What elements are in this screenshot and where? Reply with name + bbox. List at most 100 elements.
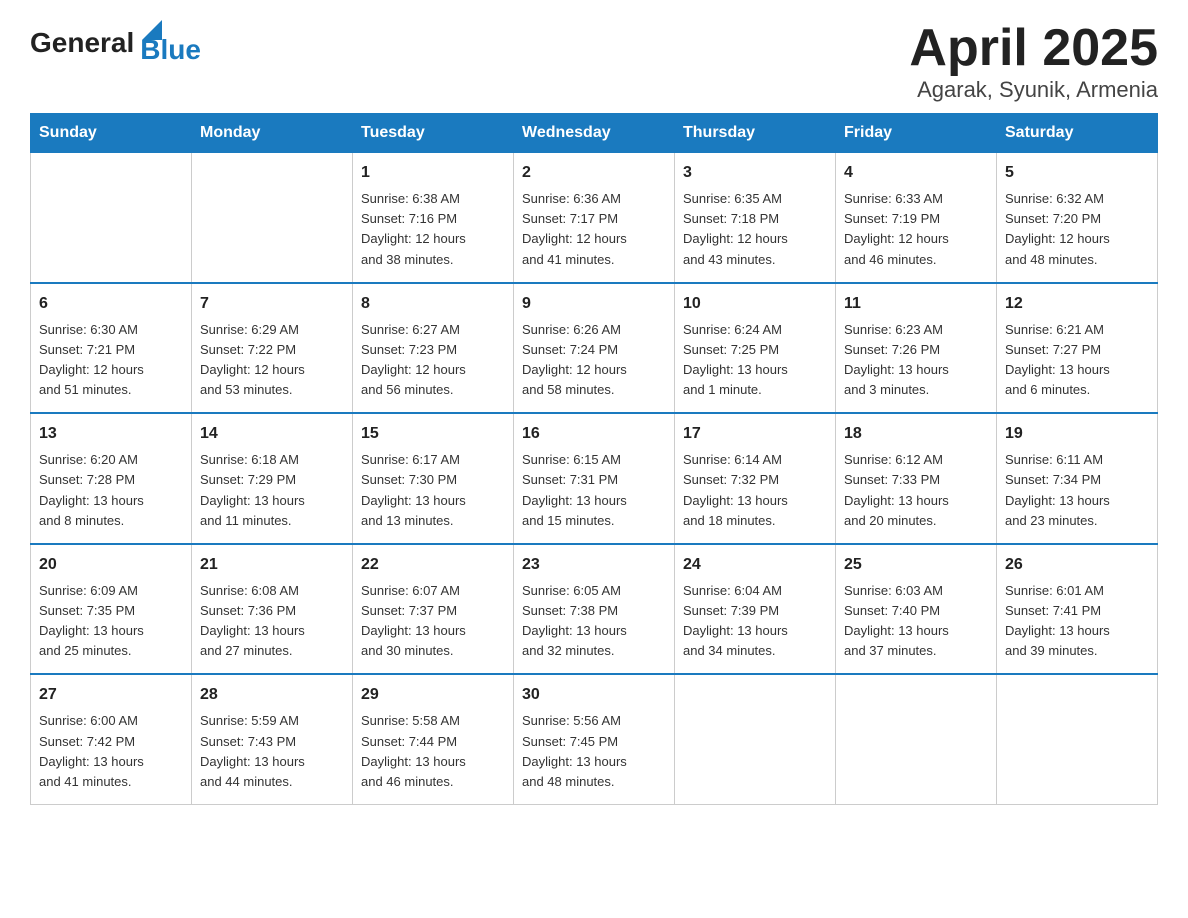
logo: General Blue — [30, 20, 201, 66]
calendar-day-cell: 12Sunrise: 6:21 AMSunset: 7:27 PMDayligh… — [997, 283, 1158, 414]
day-number: 17 — [683, 422, 827, 446]
day-number: 16 — [522, 422, 666, 446]
calendar-day-header: Thursday — [675, 114, 836, 153]
calendar-week-row: 27 Sunrise: 6:00 AMSunset: 7:42 PMDayligh… — [31, 674, 1158, 804]
calendar-header-row: SundayMondayTuesdayWednesdayThursdayFrid… — [31, 114, 1158, 153]
day-info: Sunrise: 6:07 AMSunset: 7:37 PMDaylight:… — [361, 581, 505, 662]
day-number: 24 — [683, 553, 827, 577]
logo-blue-text: Blue — [140, 34, 201, 66]
day-info: Sunrise: 5:58 AMSunset: 7:44 PMDaylight:… — [361, 711, 505, 792]
calendar-day-cell — [192, 153, 353, 283]
calendar-day-cell: 7 Sunrise: 6:29 AMSunset: 7:22 PMDaylight… — [192, 283, 353, 414]
calendar-week-row: 1 Sunrise: 6:38 AMSunset: 7:16 PMDaylight… — [31, 153, 1158, 283]
calendar-day-cell: 25 Sunrise: 6:03 AMSunset: 7:40 PMDayligh… — [836, 544, 997, 675]
page-title: April 2025 — [909, 20, 1158, 77]
calendar-day-cell: 2 Sunrise: 6:36 AMSunset: 7:17 PMDaylight… — [514, 153, 675, 283]
day-info: Sunrise: 6:00 AMSunset: 7:42 PMDaylight:… — [39, 711, 183, 792]
day-number: 6 — [39, 292, 183, 316]
calendar-day-cell: 24 Sunrise: 6:04 AMSunset: 7:39 PMDayligh… — [675, 544, 836, 675]
calendar-table: SundayMondayTuesdayWednesdayThursdayFrid… — [30, 113, 1158, 805]
calendar-day-cell: 11 Sunrise: 6:23 AMSunset: 7:26 PMDayligh… — [836, 283, 997, 414]
calendar-day-cell: 19 Sunrise: 6:11 AMSunset: 7:34 PMDayligh… — [997, 413, 1158, 544]
calendar-day-cell: 22Sunrise: 6:07 AMSunset: 7:37 PMDayligh… — [353, 544, 514, 675]
calendar-day-cell: 26Sunrise: 6:01 AMSunset: 7:41 PMDayligh… — [997, 544, 1158, 675]
day-number: 7 — [200, 292, 344, 316]
day-info: Sunrise: 6:17 AMSunset: 7:30 PMDaylight:… — [361, 450, 505, 531]
calendar-day-cell: 21 Sunrise: 6:08 AMSunset: 7:36 PMDayligh… — [192, 544, 353, 675]
calendar-day-cell: 23 Sunrise: 6:05 AMSunset: 7:38 PMDayligh… — [514, 544, 675, 675]
day-number: 9 — [522, 292, 666, 316]
calendar-week-row: 13 Sunrise: 6:20 AMSunset: 7:28 PMDayligh… — [31, 413, 1158, 544]
day-number: 18 — [844, 422, 988, 446]
day-info: Sunrise: 6:26 AMSunset: 7:24 PMDaylight:… — [522, 320, 666, 401]
day-info: Sunrise: 6:27 AMSunset: 7:23 PMDaylight:… — [361, 320, 505, 401]
calendar-day-cell: 5 Sunrise: 6:32 AMSunset: 7:20 PMDaylight… — [997, 153, 1158, 283]
day-info: Sunrise: 6:24 AMSunset: 7:25 PMDaylight:… — [683, 320, 827, 401]
day-number: 3 — [683, 161, 827, 185]
day-info: Sunrise: 6:08 AMSunset: 7:36 PMDaylight:… — [200, 581, 344, 662]
day-number: 2 — [522, 161, 666, 185]
calendar-day-cell: 6 Sunrise: 6:30 AMSunset: 7:21 PMDaylight… — [31, 283, 192, 414]
day-info: Sunrise: 6:14 AMSunset: 7:32 PMDaylight:… — [683, 450, 827, 531]
day-info: Sunrise: 6:03 AMSunset: 7:40 PMDaylight:… — [844, 581, 988, 662]
day-number: 28 — [200, 683, 344, 707]
day-info: Sunrise: 6:36 AMSunset: 7:17 PMDaylight:… — [522, 189, 666, 270]
day-info: Sunrise: 6:30 AMSunset: 7:21 PMDaylight:… — [39, 320, 183, 401]
day-number: 30 — [522, 683, 666, 707]
day-info: Sunrise: 6:35 AMSunset: 7:18 PMDaylight:… — [683, 189, 827, 270]
calendar-day-cell: 18 Sunrise: 6:12 AMSunset: 7:33 PMDayligh… — [836, 413, 997, 544]
calendar-day-cell: 4Sunrise: 6:33 AMSunset: 7:19 PMDaylight… — [836, 153, 997, 283]
calendar-day-header: Sunday — [31, 114, 192, 153]
day-number: 20 — [39, 553, 183, 577]
calendar-day-cell: 29 Sunrise: 5:58 AMSunset: 7:44 PMDayligh… — [353, 674, 514, 804]
day-info: Sunrise: 6:21 AMSunset: 7:27 PMDaylight:… — [1005, 320, 1149, 401]
day-info: Sunrise: 6:09 AMSunset: 7:35 PMDaylight:… — [39, 581, 183, 662]
calendar-day-cell — [836, 674, 997, 804]
day-info: Sunrise: 6:18 AMSunset: 7:29 PMDaylight:… — [200, 450, 344, 531]
day-info: Sunrise: 6:05 AMSunset: 7:38 PMDaylight:… — [522, 581, 666, 662]
day-number: 19 — [1005, 422, 1149, 446]
calendar-day-cell: 20 Sunrise: 6:09 AMSunset: 7:35 PMDayligh… — [31, 544, 192, 675]
calendar-day-cell: 14Sunrise: 6:18 AMSunset: 7:29 PMDayligh… — [192, 413, 353, 544]
calendar-day-cell: 13 Sunrise: 6:20 AMSunset: 7:28 PMDayligh… — [31, 413, 192, 544]
day-number: 29 — [361, 683, 505, 707]
day-info: Sunrise: 6:38 AMSunset: 7:16 PMDaylight:… — [361, 189, 505, 270]
calendar-day-cell: 27 Sunrise: 6:00 AMSunset: 7:42 PMDayligh… — [31, 674, 192, 804]
day-info: Sunrise: 6:29 AMSunset: 7:22 PMDaylight:… — [200, 320, 344, 401]
calendar-day-cell: 17 Sunrise: 6:14 AMSunset: 7:32 PMDayligh… — [675, 413, 836, 544]
page-header: General Blue April 2025 Agarak, Syunik, … — [30, 20, 1158, 103]
calendar-day-cell: 1 Sunrise: 6:38 AMSunset: 7:16 PMDaylight… — [353, 153, 514, 283]
calendar-day-header: Tuesday — [353, 114, 514, 153]
calendar-week-row: 20 Sunrise: 6:09 AMSunset: 7:35 PMDayligh… — [31, 544, 1158, 675]
day-info: Sunrise: 6:04 AMSunset: 7:39 PMDaylight:… — [683, 581, 827, 662]
day-number: 5 — [1005, 161, 1149, 185]
day-number: 25 — [844, 553, 988, 577]
day-number: 23 — [522, 553, 666, 577]
calendar-day-cell: 16 Sunrise: 6:15 AMSunset: 7:31 PMDayligh… — [514, 413, 675, 544]
day-number: 15 — [361, 422, 505, 446]
day-info: Sunrise: 5:59 AMSunset: 7:43 PMDaylight:… — [200, 711, 344, 792]
calendar-day-cell: 30Sunrise: 5:56 AMSunset: 7:45 PMDayligh… — [514, 674, 675, 804]
calendar-day-cell: 28 Sunrise: 5:59 AMSunset: 7:43 PMDayligh… — [192, 674, 353, 804]
day-number: 21 — [200, 553, 344, 577]
day-number: 11 — [844, 292, 988, 316]
day-info: Sunrise: 6:32 AMSunset: 7:20 PMDaylight:… — [1005, 189, 1149, 270]
day-info: Sunrise: 6:12 AMSunset: 7:33 PMDaylight:… — [844, 450, 988, 531]
day-info: Sunrise: 6:20 AMSunset: 7:28 PMDaylight:… — [39, 450, 183, 531]
day-number: 10 — [683, 292, 827, 316]
day-number: 8 — [361, 292, 505, 316]
day-number: 13 — [39, 422, 183, 446]
calendar-day-cell: 10 Sunrise: 6:24 AMSunset: 7:25 PMDayligh… — [675, 283, 836, 414]
calendar-day-cell — [997, 674, 1158, 804]
day-number: 4 — [844, 161, 988, 185]
calendar-day-header: Saturday — [997, 114, 1158, 153]
day-number: 1 — [361, 161, 505, 185]
calendar-day-header: Monday — [192, 114, 353, 153]
day-info: Sunrise: 6:01 AMSunset: 7:41 PMDaylight:… — [1005, 581, 1149, 662]
calendar-day-cell — [31, 153, 192, 283]
day-info: Sunrise: 6:15 AMSunset: 7:31 PMDaylight:… — [522, 450, 666, 531]
day-info: Sunrise: 6:11 AMSunset: 7:34 PMDaylight:… — [1005, 450, 1149, 531]
day-info: Sunrise: 6:23 AMSunset: 7:26 PMDaylight:… — [844, 320, 988, 401]
day-number: 27 — [39, 683, 183, 707]
calendar-day-cell: 15 Sunrise: 6:17 AMSunset: 7:30 PMDayligh… — [353, 413, 514, 544]
